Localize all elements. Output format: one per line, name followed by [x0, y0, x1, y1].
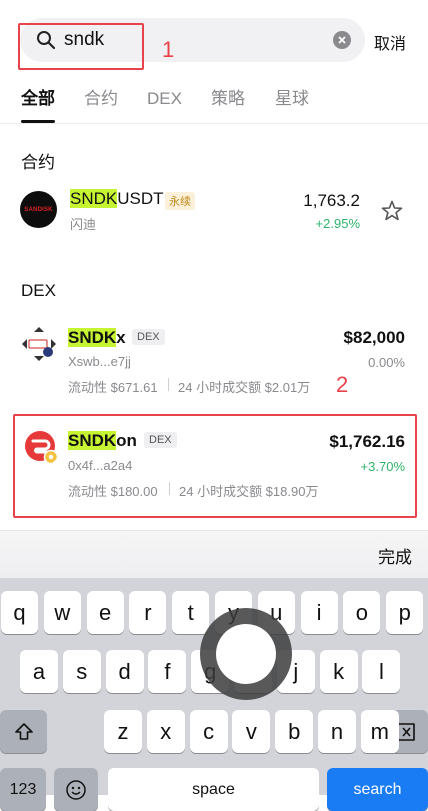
- key-o[interactable]: o: [343, 591, 381, 634]
- sndkx-token-logo-icon: [20, 325, 58, 363]
- contract-row-sndkusdt[interactable]: SANDISK SNDKUSDT 永续 闪迪 1,763.2 +2.95%: [0, 180, 428, 240]
- shift-key[interactable]: [0, 710, 47, 753]
- dex-badge: DEX: [132, 329, 165, 345]
- emoji-icon: [66, 779, 86, 800]
- clear-search-icon[interactable]: [333, 31, 351, 49]
- dex-row-sndkx[interactable]: SNDKx DEX Xswb...e7jj 流动性 $671.61 24 小时成…: [0, 318, 428, 398]
- key-i[interactable]: i: [300, 591, 338, 634]
- key-s[interactable]: s: [62, 650, 101, 693]
- keyboard-accessory-bar: 完成: [0, 530, 428, 578]
- perpetual-badge: 永续: [165, 192, 195, 210]
- dex-address: Xswb...e7jj: [68, 354, 131, 369]
- contract-price: 1,763.2: [303, 191, 360, 210]
- key-c[interactable]: c: [189, 710, 228, 753]
- key-w[interactable]: w: [43, 591, 81, 634]
- dex-volume: 24 小时成交额 $2.01万: [178, 380, 311, 395]
- section-title-contracts: 合约: [21, 153, 55, 172]
- key-e[interactable]: e: [86, 591, 124, 634]
- dex-liquidity: 流动性 $671.61: [68, 380, 158, 395]
- tab-dex[interactable]: DEX: [147, 86, 182, 124]
- sandisk-logo-icon: SANDISK: [20, 191, 57, 228]
- annotation-box-search: [18, 23, 144, 70]
- tab-planet[interactable]: 星球: [275, 86, 309, 124]
- assistive-touch-button[interactable]: [200, 608, 292, 700]
- tab-contracts[interactable]: 合约: [84, 86, 118, 124]
- key-n[interactable]: n: [318, 710, 356, 753]
- shift-icon: [14, 722, 33, 740]
- dex-symbol: SNDKx: [68, 328, 126, 347]
- category-tabs: 全部 合约 DEX 策略 星球: [0, 86, 428, 124]
- contract-change: +2.95%: [315, 216, 360, 231]
- annotation-number-2: 2: [336, 372, 349, 397]
- stat-divider: [168, 378, 169, 391]
- annotation-box-sndkon: [13, 414, 417, 518]
- annotation-number-1: 1: [162, 37, 175, 62]
- dex-price: $82,000: [343, 328, 405, 347]
- section-title-dex: DEX: [21, 281, 56, 300]
- emoji-key[interactable]: [54, 768, 98, 811]
- key-d[interactable]: d: [105, 650, 144, 693]
- dex-change: 0.00%: [368, 355, 405, 370]
- key-l[interactable]: l: [362, 650, 401, 693]
- search-key[interactable]: search: [327, 768, 428, 811]
- cancel-button[interactable]: 取消: [374, 30, 406, 54]
- key-q[interactable]: q: [1, 591, 38, 634]
- key-r[interactable]: r: [129, 591, 167, 634]
- tab-all[interactable]: 全部: [21, 86, 55, 124]
- key-f[interactable]: f: [148, 650, 187, 693]
- space-key[interactable]: space: [108, 768, 319, 811]
- key-t[interactable]: t: [172, 591, 210, 634]
- key-z[interactable]: z: [104, 710, 142, 753]
- key-b[interactable]: b: [275, 710, 314, 753]
- contract-symbol: SNDKUSDT: [70, 189, 164, 208]
- done-button[interactable]: 完成: [378, 543, 412, 568]
- numbers-key[interactable]: 123: [0, 768, 46, 811]
- key-m[interactable]: m: [360, 710, 399, 753]
- favorite-star-icon[interactable]: [380, 199, 404, 223]
- key-a[interactable]: a: [20, 650, 58, 693]
- key-x[interactable]: x: [146, 710, 185, 753]
- tab-strategy[interactable]: 策略: [211, 86, 245, 124]
- active-tab-indicator: [21, 120, 55, 123]
- key-v[interactable]: v: [232, 710, 271, 753]
- contract-subtitle: 闪迪: [70, 217, 97, 232]
- key-k[interactable]: k: [319, 650, 358, 693]
- key-p[interactable]: p: [386, 591, 424, 634]
